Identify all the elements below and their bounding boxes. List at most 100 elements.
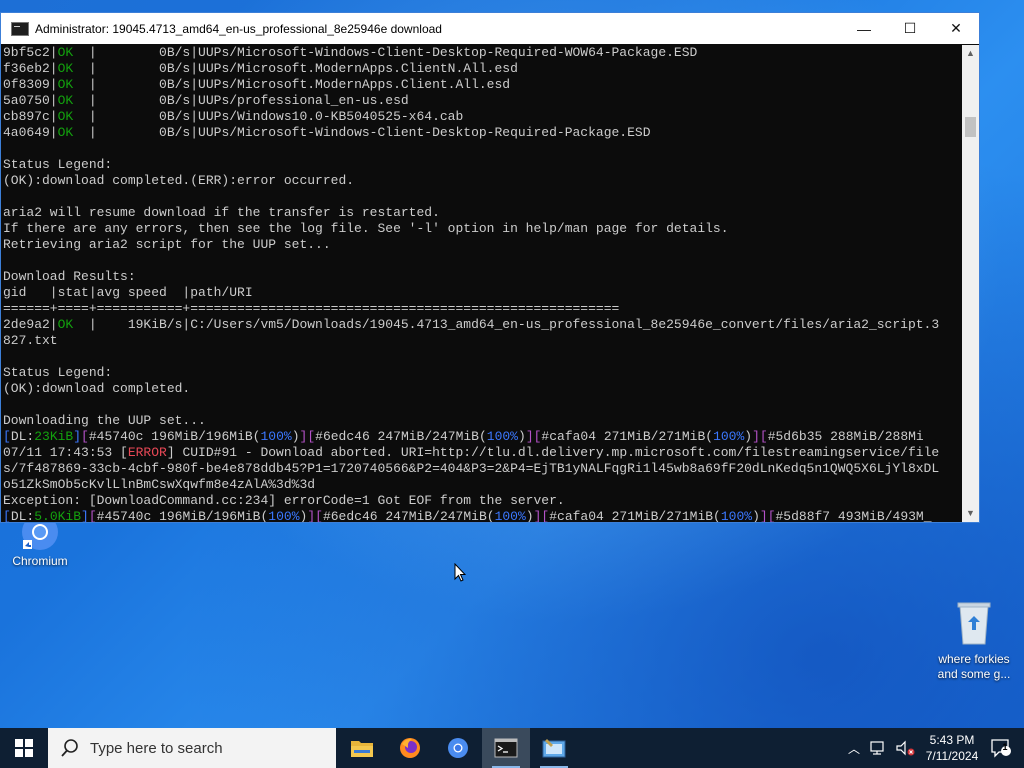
console-text-segment: ][ <box>752 429 768 444</box>
console-text-segment: 100% <box>494 509 526 522</box>
scroll-up-arrow-icon[interactable]: ▲ <box>962 45 979 62</box>
scroll-down-arrow-icon[interactable]: ▼ <box>962 505 979 522</box>
start-button[interactable] <box>0 728 48 768</box>
recycle-bin-label-line2: and some g... <box>937 667 1011 681</box>
console-text-segment: ][ <box>533 509 550 522</box>
console-text-segment: #5d88f7 493MiB/493M_ <box>775 509 932 522</box>
console-line: o51ZkSmOb5cKvlLlnBmCswXqwfm8e4zAlA%3d%3d <box>3 477 963 493</box>
folder-icon <box>351 741 373 757</box>
console-text-segment: ) <box>752 509 760 522</box>
console-line: Retrieving aria2 script for the UUP set.… <box>3 237 963 253</box>
console-text-segment: (OK):download completed.(ERR):error occu… <box>3 173 355 188</box>
taskbar-chromium[interactable] <box>434 728 482 768</box>
console-line: [DL:5.0KiB][#45740c 196MiB/196MiB(100%)]… <box>3 509 963 522</box>
desktop-icon-recycle-bin[interactable]: where forkies and some g... <box>934 600 1014 682</box>
console-text-segment: [ <box>81 429 89 444</box>
console-line: Status Legend: <box>3 365 963 381</box>
recycle-bin-icon <box>957 602 991 645</box>
console-line: 4a0649|OK | 0B/s|UUPs/Microsoft-Windows-… <box>3 125 963 141</box>
console-text-segment: DL: <box>10 429 35 444</box>
console-line: 9bf5c2|OK | 0B/s|UUPs/Microsoft-Windows-… <box>3 45 963 61</box>
action-center-button[interactable]: 1 <box>984 738 1024 758</box>
search-icon <box>61 739 78 757</box>
console-text-segment: ][ <box>299 429 316 444</box>
console-text-segment: 0f8309| <box>3 77 58 92</box>
console-line: Downloading the UUP set... <box>3 413 963 429</box>
clock-date: 7/11/2024 <box>925 749 979 763</box>
utility-app-icon <box>542 739 566 758</box>
console-text-segment: 4a0649| <box>3 125 58 140</box>
console-line: gid |stat|avg speed |path/URI <box>3 285 963 301</box>
volume-muted-icon[interactable] <box>895 740 917 756</box>
window-titlebar[interactable]: Administrator: 19045.4713_amd64_en-us_pr… <box>1 13 979 44</box>
console-text-segment: aria2 will resume download if the transf… <box>3 205 440 220</box>
taskbar-command-prompt[interactable] <box>482 728 530 768</box>
chromium-label: Chromium <box>12 554 68 568</box>
console-line: [DL:23KiB][#45740c 196MiB/196MiB(100%)][… <box>3 429 963 445</box>
console-line: s/7f487869-33cb-4cbf-980f-be4e878ddb45?P… <box>3 461 963 477</box>
console-text-segment: | 19KiB/s|C:/Users/vm5/Downloads/19045.4… <box>73 317 940 332</box>
console-line: ======+====+===========+================… <box>3 301 963 317</box>
console-text-segment: s/7f487869-33cb-4cbf-980f-be4e878ddb45?P… <box>3 461 940 476</box>
maximize-button[interactable]: ☐ <box>887 13 933 44</box>
network-icon[interactable] <box>869 740 889 756</box>
recycle-bin-label-line1: where forkies <box>938 652 1010 666</box>
console-text-segment: Downloading the UUP set... <box>3 413 206 428</box>
taskbar-app-utility[interactable] <box>530 728 578 768</box>
console-text-segment: 100% <box>486 429 518 444</box>
taskbar-firefox[interactable] <box>386 728 434 768</box>
search-placeholder: Type here to search <box>90 739 223 757</box>
windows-logo-icon <box>15 739 33 757</box>
console-text-segment: ] <box>73 429 82 444</box>
console-text-segment: ======+====+===========+================… <box>3 301 620 316</box>
console-text-segment: Retrieving aria2 script for the UUP set.… <box>3 237 331 252</box>
console-text-segment: | 0B/s|UUPs/Microsoft.ModernApps.Client.… <box>73 77 511 92</box>
console-line: 0f8309|OK | 0B/s|UUPs/Microsoft.ModernAp… <box>3 77 963 93</box>
console-output[interactable]: 9bf5c2|OK | 0B/s|UUPs/Microsoft-Windows-… <box>3 45 963 522</box>
console-window[interactable]: Administrator: 19045.4713_amd64_en-us_pr… <box>0 12 980 523</box>
chromium-icon <box>448 738 468 758</box>
console-app-icon <box>11 21 29 36</box>
console-text-segment: ) <box>744 429 753 444</box>
show-hidden-icons-chevron-icon[interactable]: ︿ <box>842 740 866 757</box>
console-text-segment: 5.0KiB <box>34 509 82 522</box>
console-text-segment: ) <box>518 429 526 444</box>
console-text-segment: ][ <box>307 509 323 522</box>
console-text-segment: Download Results: <box>3 269 136 284</box>
console-text-segment: ERROR <box>127 445 167 460</box>
console-text-segment: 9bf5c2| <box>3 45 58 60</box>
console-text-segment: 07/11 17:43:53 [ <box>3 445 128 460</box>
console-text-segment: | 0B/s|UUPs/professional_en-us.esd <box>73 93 409 108</box>
console-text-segment: OK <box>57 61 74 76</box>
console-text-segment: | 0B/s|UUPs/Microsoft-Windows-Client-Des… <box>73 45 698 60</box>
console-text-segment: Status Legend: <box>3 365 113 380</box>
minimize-button[interactable]: — <box>841 13 887 44</box>
console-text-segment: 5a0750| <box>3 93 58 108</box>
console-text-segment: OK <box>57 125 74 140</box>
console-text-segment: o51ZkSmOb5cKvlLlnBmCswXqwfm8e4zAlA%3d%3d <box>3 477 316 492</box>
console-line: If there are any errors, then see the lo… <box>3 221 963 237</box>
console-text-segment: Status Legend: <box>3 157 113 172</box>
console-text-segment: Exception: [DownloadCommand.cc:234] erro… <box>3 493 565 508</box>
console-text-segment: ][ <box>525 429 542 444</box>
console-text-segment: f36eb2| <box>3 61 58 76</box>
taskbar-search-box[interactable]: Type here to search <box>48 728 336 768</box>
system-tray: ︿ 5:43 PM 7/11/2024 1 <box>842 728 1024 768</box>
notification-icon <box>991 739 1012 758</box>
console-text-segment: | 0B/s|UUPs/Microsoft.ModernApps.ClientN… <box>73 61 518 76</box>
console-scrollbar[interactable]: ▲ ▼ <box>962 45 979 522</box>
console-text-segment: | 0B/s|UUPs/Windows10.0-KB5040525-x64.ca… <box>73 109 464 124</box>
console-text-segment: 100% <box>260 429 292 444</box>
console-text-segment: ] CUID#91 - Download aborted. URI=http:/… <box>166 445 940 460</box>
console-line: Download Results: <box>3 269 963 285</box>
taskbar-file-explorer[interactable] <box>338 728 386 768</box>
console-text-segment: OK <box>57 77 74 92</box>
console-text-segment: ][ <box>759 509 776 522</box>
close-button[interactable]: ✕ <box>933 13 979 44</box>
taskbar-clock[interactable]: 5:43 PM 7/11/2024 <box>920 732 984 764</box>
clock-time: 5:43 PM <box>929 733 975 747</box>
scrollbar-thumb[interactable] <box>965 117 976 137</box>
console-text-segment: 100% <box>720 509 753 522</box>
